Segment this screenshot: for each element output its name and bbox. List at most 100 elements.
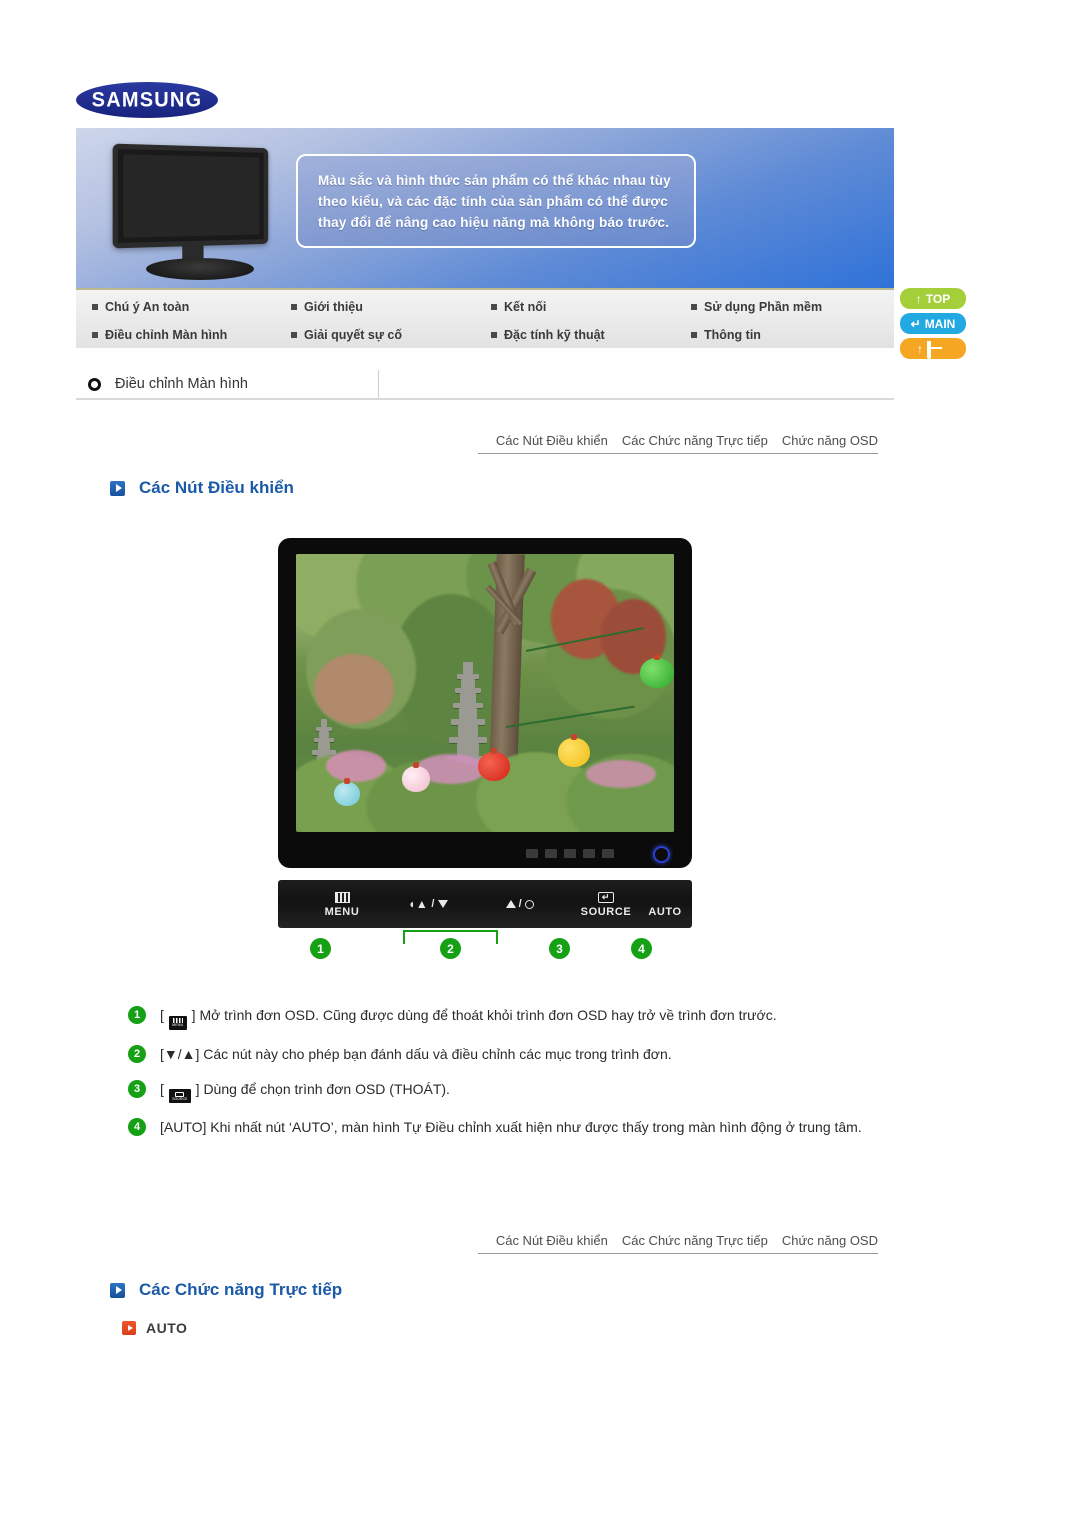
callout-badge-4: 4 <box>631 938 652 959</box>
notice-line-1: Màu sắc và hình thức sản phẩm có thể khá… <box>318 173 671 188</box>
bullet-square-icon <box>691 332 697 338</box>
nav-row-2: Điều chỉnh Màn hình Giải quyết sự cố Đặc… <box>76 320 894 350</box>
description-item-3: 3 [ SOURCE ] Dùng để chọn trình đơn OSD … <box>128 1078 888 1103</box>
description-body: ] Mở trình đơn OSD. Cũng được dùng để th… <box>191 1007 777 1023</box>
tab-control-buttons[interactable]: Các Nút Điều khiển <box>496 433 608 448</box>
monitor-bezel-buttons[interactable] <box>526 846 646 860</box>
description-text: [AUTO] Khi nhất nút ‘AUTO’, màn hình Tự … <box>160 1119 862 1135</box>
description-item-4: 4 [AUTO] Khi nhất nút ‘AUTO’, màn hình T… <box>128 1116 888 1138</box>
nav-item-label: Chú ý An toàn <box>105 300 190 314</box>
top-button-label: TOP <box>925 291 951 306</box>
logo-text: SAMSUNG <box>91 87 203 112</box>
bullet-square-icon <box>92 304 98 310</box>
bullet-square-icon <box>491 304 497 310</box>
tab-osd-functions[interactable]: Chức năng OSD <box>782 1233 878 1248</box>
main-navigation: Chú ý An toàn Giới thiệu Kết nối Sử dụng… <box>76 288 894 348</box>
tab-direct-functions[interactable]: Các Chức năng Trực tiếp <box>622 433 768 448</box>
direct-function-auto[interactable]: AUTO <box>122 1320 187 1336</box>
bullet-square-icon <box>291 304 297 310</box>
nav-item-adjusting-monitor[interactable]: Điều chỉnh Màn hình <box>76 320 291 350</box>
source-button-icon: SOURCE <box>168 1089 191 1103</box>
tab-control-buttons[interactable]: Các Nút Điều khiển <box>496 1233 608 1248</box>
logo-ellipse: SAMSUNG <box>76 82 218 118</box>
menu-grid-icon <box>334 891 350 905</box>
callout-badge-3: 3 <box>549 938 570 959</box>
description-body: ] Dùng để chọn trình đơn OSD (THOÁT). <box>195 1080 450 1097</box>
nav-item-label: Giải quyết sự cố <box>304 328 402 342</box>
banner-notice-callout: Màu sắc và hình thức sản phẩm có thể khá… <box>296 154 696 248</box>
control-up-button[interactable]: / <box>474 884 566 924</box>
button-descriptions: 1 [ MENU ] Mở trình đơn OSD. Cũng được d… <box>128 1004 888 1151</box>
description-item-1: 1 [ MENU ] Mở trình đơn OSD. Cũng được d… <box>128 1004 888 1030</box>
callout-badge-2: 2 <box>440 938 461 959</box>
nav-item-connection[interactable]: Kết nối <box>491 292 691 322</box>
control-menu-button[interactable]: MENU <box>302 884 382 924</box>
flowers <box>586 760 656 788</box>
bezel-button[interactable] <box>564 848 576 858</box>
arrow-up-icon: ↑ <box>917 341 923 356</box>
volume-down-icon: ◖▲ / <box>408 897 448 911</box>
control-source-button[interactable]: ↵ SOURCE <box>566 884 646 924</box>
banner-monitor-base <box>146 258 254 280</box>
description-number: 4 <box>128 1118 146 1136</box>
bezel-button[interactable] <box>526 848 538 858</box>
nav-item-troubleshooting[interactable]: Giải quyết sự cố <box>291 320 491 350</box>
bezel-button[interactable] <box>602 848 614 858</box>
bullet-square-icon <box>691 304 697 310</box>
nav-item-introduction[interactable]: Giới thiệu <box>291 292 491 322</box>
monitor-screen <box>296 554 674 832</box>
bracket-open: [ <box>160 1080 164 1097</box>
nav-item-label: Giới thiệu <box>304 300 363 314</box>
control-auto-button[interactable]: AUTO <box>638 884 692 924</box>
brightness-up-icon: / <box>505 898 535 910</box>
callout-badge-1: 1 <box>310 938 331 959</box>
bezel-button[interactable] <box>545 848 557 858</box>
description-number: 1 <box>128 1006 146 1024</box>
nav-item-specifications[interactable]: Đặc tính kỹ thuật <box>491 320 691 350</box>
control-button-label: AUTO <box>648 905 682 918</box>
section-title: Các Nút Điều khiển <box>139 478 294 497</box>
title-divider <box>378 370 379 398</box>
tab-osd-functions[interactable]: Chức năng OSD <box>782 433 878 448</box>
main-button[interactable]: ↵ MAIN <box>900 313 966 334</box>
document-page: SAMSUNG Màu sắc và hình thức sản phẩm có… <box>0 0 1080 1528</box>
nav-row-1: Chú ý An toàn Giới thiệu Kết nối Sử dụng… <box>76 292 894 322</box>
control-button-strip: MENU ◖▲ / / ↵ SOURCE AUTO <box>278 880 692 928</box>
smile-icon <box>927 340 945 359</box>
garden-photo <box>296 554 674 832</box>
description-number: 2 <box>128 1044 146 1063</box>
orange-triangle-bullet-icon <box>122 1321 136 1335</box>
monitor-illustration <box>278 538 692 868</box>
bracket-open: [ <box>160 1007 164 1023</box>
tab-direct-functions[interactable]: Các Chức năng Trực tiếp <box>622 1233 768 1248</box>
circle-bullet-icon <box>88 377 101 391</box>
banner-monitor-panel <box>123 154 260 238</box>
title-rule <box>76 398 894 400</box>
page-title: Điều chỉnh Màn hình <box>115 376 248 392</box>
samsung-logo: SAMSUNG <box>76 78 218 122</box>
control-down-button[interactable]: ◖▲ / <box>382 884 474 924</box>
bullet-square-icon <box>491 332 497 338</box>
menu-button-icon: MENU <box>168 1015 187 1030</box>
top-button[interactable]: ↑ TOP <box>900 288 966 309</box>
nav-item-information[interactable]: Thông tin <box>691 320 894 350</box>
header-banner: Màu sắc và hình thức sản phẩm có thể khá… <box>76 128 894 288</box>
nav-item-safety[interactable]: Chú ý An toàn <box>76 292 291 322</box>
triangle-bullet-icon <box>110 1282 125 1298</box>
nav-item-software[interactable]: Sử dụng Phần mềm <box>691 292 894 322</box>
enter-box-icon: ↵ <box>598 891 614 905</box>
bezel-button[interactable] <box>583 848 595 858</box>
side-shortcut-buttons: ↑ TOP ↵ MAIN ↑ <box>900 288 972 363</box>
bullet-square-icon <box>92 332 98 338</box>
power-button-icon[interactable] <box>653 846 670 863</box>
notice-line-3: thay đổi để nâng cao hiệu năng mà không … <box>318 215 670 230</box>
lantern-white <box>402 762 430 792</box>
lantern-blue <box>334 778 360 806</box>
home-button[interactable]: ↑ <box>900 338 966 359</box>
section-tab-links-bottom: Các Nút Điều khiển Các Chức năng Trực ti… <box>478 1220 878 1254</box>
section-tab-links-top: Các Nút Điều khiển Các Chức năng Trực ti… <box>478 420 878 454</box>
auto-label: AUTO <box>146 1320 188 1336</box>
description-item-2: 2 [▼/▲] Các nút này cho phép bạn đánh dấ… <box>128 1043 888 1065</box>
nav-item-label: Sử dụng Phần mềm <box>704 300 823 314</box>
description-number: 3 <box>128 1079 146 1098</box>
